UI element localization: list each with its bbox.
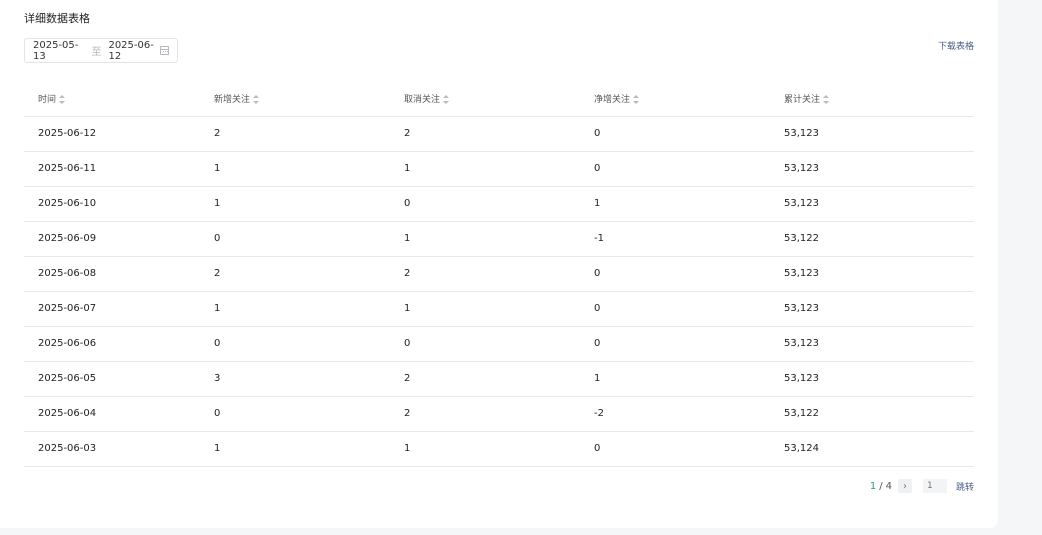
table-cell: 53,123 (784, 256, 974, 292)
table-header-row: 时间 新增关注 取消关注 净增关注 累计关注 (24, 82, 974, 117)
calendar-icon[interactable] (159, 46, 169, 55)
table-cell: 1 (214, 186, 404, 222)
column-label: 取消关注 (404, 95, 441, 106)
table-cell: 2025-06-03 (24, 431, 214, 467)
table-cell: 2025-06-08 (24, 256, 214, 292)
table-cell: 2025-06-06 (24, 326, 214, 362)
table-cell: 0 (594, 291, 784, 327)
table-cell: 2 (214, 256, 404, 292)
table-cell: 3 (214, 361, 404, 397)
table-cell: 2025-06-05 (24, 361, 214, 397)
total-pages: 4 (885, 480, 892, 492)
table-cell: 2025-06-04 (24, 396, 214, 432)
page-jump-input[interactable] (922, 479, 947, 493)
table-cell: 53,123 (784, 361, 974, 397)
sort-icon[interactable] (253, 95, 260, 105)
card-title: 详细数据表格 (24, 12, 90, 25)
date-separator: 至 (91, 47, 102, 58)
pagination: 1 / 4 › 跳转 (870, 479, 974, 493)
table-cell: 53,123 (784, 116, 974, 152)
next-page-button[interactable]: › (897, 479, 912, 493)
table-cell: 2 (404, 116, 594, 152)
table-cell: 53,123 (784, 291, 974, 327)
column-header-time[interactable]: 时间 (24, 82, 214, 117)
table-body: 2025-06-12 2 2 0 53,123 2025-06-11 1 1 0 53,123 20… (24, 116, 974, 467)
table-cell: -2 (594, 396, 784, 432)
data-table: 时间 新增关注 取消关注 净增关注 累计关注 2025-06-12 2 2 0 53,1… (24, 82, 974, 467)
table-cell: 0 (594, 151, 784, 187)
table-cell: 0 (404, 186, 594, 222)
table-cell: 1 (404, 221, 594, 257)
table-row: 2025-06-07 1 1 0 53,123 (24, 291, 974, 327)
table-cell: 53,124 (784, 431, 974, 467)
table-cell: 0 (594, 431, 784, 467)
table-cell: 0 (214, 326, 404, 362)
column-label: 累计关注 (784, 95, 821, 106)
table-cell: 0 (404, 326, 594, 362)
table-cell: -1 (594, 221, 784, 257)
table-cell: 1 (404, 431, 594, 467)
column-label: 净增关注 (594, 95, 631, 106)
chevron-right-icon: › (902, 480, 907, 492)
table-row: 2025-06-06 0 0 0 53,123 (24, 326, 974, 362)
jump-button[interactable]: 跳转 (956, 480, 974, 493)
table-cell: 53,123 (784, 326, 974, 362)
table-cell: 2 (404, 256, 594, 292)
column-header-net-follows[interactable]: 净增关注 (594, 82, 784, 117)
table-cell: 1 (214, 431, 404, 467)
table-row: 2025-06-12 2 2 0 53,123 (24, 116, 974, 152)
download-table-link[interactable]: 下载表格 (938, 39, 974, 52)
table-row: 2025-06-08 2 2 0 53,123 (24, 256, 974, 292)
date-range-picker[interactable]: 2025-05-13 至 2025-06-12 (24, 38, 178, 63)
table-cell: 2 (404, 361, 594, 397)
end-date[interactable]: 2025-06-12 (108, 40, 159, 62)
page-separator: / (879, 480, 883, 492)
table-cell: 2025-06-11 (24, 151, 214, 187)
table-cell: 1 (214, 151, 404, 187)
table-cell: 0 (594, 256, 784, 292)
table-row: 2025-06-11 1 1 0 53,123 (24, 151, 974, 187)
table-cell: 53,122 (784, 221, 974, 257)
table-cell: 2025-06-09 (24, 221, 214, 257)
table-cell: 1 (214, 291, 404, 327)
sort-icon[interactable] (823, 95, 830, 105)
table-cell: 1 (404, 291, 594, 327)
column-header-new-follows[interactable]: 新增关注 (214, 82, 404, 117)
table-cell: 2025-06-12 (24, 116, 214, 152)
table-cell: 2 (214, 116, 404, 152)
sort-icon[interactable] (59, 95, 66, 105)
table-cell: 0 (594, 326, 784, 362)
table-cell: 2025-06-07 (24, 291, 214, 327)
table-cell: 53,123 (784, 186, 974, 222)
column-label: 新增关注 (214, 95, 251, 106)
table-cell: 0 (214, 221, 404, 257)
sort-icon[interactable] (443, 95, 450, 105)
table-cell: 0 (214, 396, 404, 432)
table-row: 2025-06-03 1 1 0 53,124 (24, 431, 974, 467)
table-cell: 1 (404, 151, 594, 187)
current-page: 1 (869, 480, 877, 492)
detail-data-card: 详细数据表格 2025-05-13 至 2025-06-12 下载表格 时间 新… (0, 0, 998, 528)
table-row: 2025-06-09 0 1 -1 53,122 (24, 221, 974, 257)
sort-icon[interactable] (633, 95, 640, 105)
table-row: 2025-06-04 0 2 -2 53,122 (24, 396, 974, 432)
table-cell: 1 (594, 361, 784, 397)
table-cell: 2 (404, 396, 594, 432)
start-date[interactable]: 2025-05-13 (33, 40, 84, 62)
column-label: 时间 (38, 95, 57, 106)
table-cell: 53,122 (784, 396, 974, 432)
column-header-unfollows[interactable]: 取消关注 (404, 82, 594, 117)
column-header-total-follows[interactable]: 累计关注 (784, 82, 974, 117)
table-row: 2025-06-05 3 2 1 53,123 (24, 361, 974, 397)
table-cell: 53,123 (784, 151, 974, 187)
table-row: 2025-06-10 1 0 1 53,123 (24, 186, 974, 222)
table-cell: 0 (594, 116, 784, 152)
table-cell: 2025-06-10 (24, 186, 214, 222)
table-cell: 1 (594, 186, 784, 222)
